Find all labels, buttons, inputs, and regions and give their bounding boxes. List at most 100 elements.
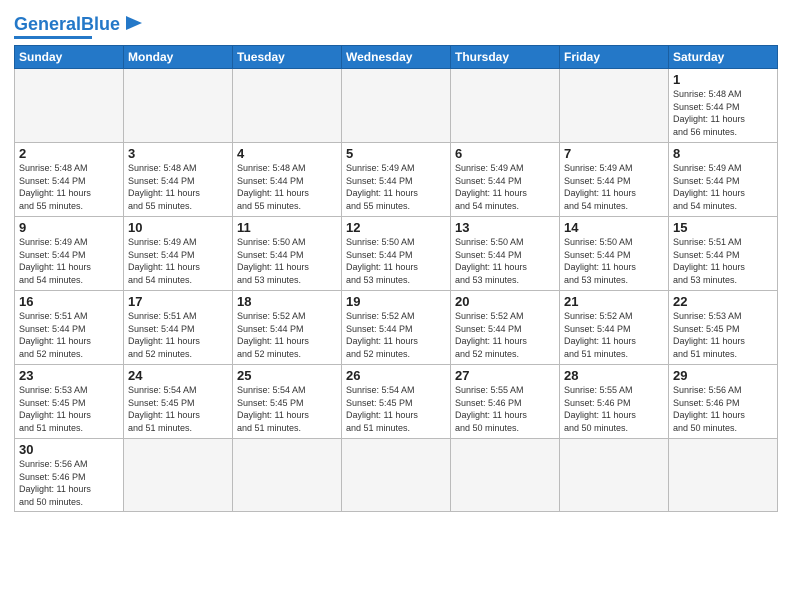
col-sunday: Sunday bbox=[15, 46, 124, 69]
day-info: Sunrise: 5:50 AM Sunset: 5:44 PM Dayligh… bbox=[346, 236, 446, 286]
day-number: 12 bbox=[346, 220, 446, 235]
day-info: Sunrise: 5:49 AM Sunset: 5:44 PM Dayligh… bbox=[19, 236, 119, 286]
table-row bbox=[669, 439, 778, 512]
day-info: Sunrise: 5:54 AM Sunset: 5:45 PM Dayligh… bbox=[346, 384, 446, 434]
table-row: 17Sunrise: 5:51 AM Sunset: 5:44 PM Dayli… bbox=[124, 291, 233, 365]
day-number: 2 bbox=[19, 146, 119, 161]
table-row: 8Sunrise: 5:49 AM Sunset: 5:44 PM Daylig… bbox=[669, 143, 778, 217]
table-row: 30Sunrise: 5:56 AM Sunset: 5:46 PM Dayli… bbox=[15, 439, 124, 512]
table-row: 3Sunrise: 5:48 AM Sunset: 5:44 PM Daylig… bbox=[124, 143, 233, 217]
day-info: Sunrise: 5:52 AM Sunset: 5:44 PM Dayligh… bbox=[455, 310, 555, 360]
table-row bbox=[560, 69, 669, 143]
logo-blue: Blue bbox=[81, 14, 120, 34]
day-number: 13 bbox=[455, 220, 555, 235]
table-row: 13Sunrise: 5:50 AM Sunset: 5:44 PM Dayli… bbox=[451, 217, 560, 291]
day-info: Sunrise: 5:54 AM Sunset: 5:45 PM Dayligh… bbox=[128, 384, 228, 434]
logo-icon bbox=[122, 12, 144, 34]
day-number: 21 bbox=[564, 294, 664, 309]
day-info: Sunrise: 5:48 AM Sunset: 5:44 PM Dayligh… bbox=[128, 162, 228, 212]
table-row bbox=[15, 69, 124, 143]
day-number: 17 bbox=[128, 294, 228, 309]
header: GeneralBlue bbox=[14, 10, 778, 39]
table-row bbox=[451, 69, 560, 143]
day-number: 6 bbox=[455, 146, 555, 161]
table-row bbox=[342, 439, 451, 512]
day-info: Sunrise: 5:49 AM Sunset: 5:44 PM Dayligh… bbox=[564, 162, 664, 212]
col-wednesday: Wednesday bbox=[342, 46, 451, 69]
day-info: Sunrise: 5:49 AM Sunset: 5:44 PM Dayligh… bbox=[673, 162, 773, 212]
day-number: 23 bbox=[19, 368, 119, 383]
day-number: 15 bbox=[673, 220, 773, 235]
day-number: 10 bbox=[128, 220, 228, 235]
col-monday: Monday bbox=[124, 46, 233, 69]
logo: GeneralBlue bbox=[14, 14, 144, 39]
table-row bbox=[451, 439, 560, 512]
table-row: 27Sunrise: 5:55 AM Sunset: 5:46 PM Dayli… bbox=[451, 365, 560, 439]
table-row: 1Sunrise: 5:48 AM Sunset: 5:44 PM Daylig… bbox=[669, 69, 778, 143]
day-number: 16 bbox=[19, 294, 119, 309]
table-row bbox=[342, 69, 451, 143]
table-row bbox=[124, 439, 233, 512]
table-row: 16Sunrise: 5:51 AM Sunset: 5:44 PM Dayli… bbox=[15, 291, 124, 365]
table-row: 20Sunrise: 5:52 AM Sunset: 5:44 PM Dayli… bbox=[451, 291, 560, 365]
calendar-week-row: 30Sunrise: 5:56 AM Sunset: 5:46 PM Dayli… bbox=[15, 439, 778, 512]
table-row: 11Sunrise: 5:50 AM Sunset: 5:44 PM Dayli… bbox=[233, 217, 342, 291]
day-info: Sunrise: 5:55 AM Sunset: 5:46 PM Dayligh… bbox=[564, 384, 664, 434]
day-info: Sunrise: 5:56 AM Sunset: 5:46 PM Dayligh… bbox=[19, 458, 119, 508]
calendar-week-row: 1Sunrise: 5:48 AM Sunset: 5:44 PM Daylig… bbox=[15, 69, 778, 143]
day-info: Sunrise: 5:55 AM Sunset: 5:46 PM Dayligh… bbox=[455, 384, 555, 434]
logo-text: GeneralBlue bbox=[14, 15, 120, 33]
page: GeneralBlue Sunday Monday Tuesday Wednes… bbox=[0, 0, 792, 612]
calendar-week-row: 2Sunrise: 5:48 AM Sunset: 5:44 PM Daylig… bbox=[15, 143, 778, 217]
logo-underline bbox=[14, 36, 92, 39]
table-row: 21Sunrise: 5:52 AM Sunset: 5:44 PM Dayli… bbox=[560, 291, 669, 365]
calendar-week-row: 16 Sunrise: 5:51 AM Sunset: 5:44 PM Dayli… bbox=[15, 291, 778, 365]
logo-general: General bbox=[14, 14, 81, 34]
day-number: 27 bbox=[455, 368, 555, 383]
table-row: 23Sunrise: 5:53 AM Sunset: 5:45 PM Dayli… bbox=[15, 365, 124, 439]
day-number: 19 bbox=[346, 294, 446, 309]
day-number: 24 bbox=[128, 368, 228, 383]
day-info: Sunrise: 5:48 AM Sunset: 5:44 PM Dayligh… bbox=[673, 88, 773, 138]
day-info: Sunrise: 5:48 AM Sunset: 5:44 PM Dayligh… bbox=[237, 162, 337, 212]
table-row: 14Sunrise: 5:50 AM Sunset: 5:44 PM Dayli… bbox=[560, 217, 669, 291]
table-row: 9Sunrise: 5:49 AM Sunset: 5:44 PM Daylig… bbox=[15, 217, 124, 291]
day-number: 1 bbox=[673, 72, 773, 87]
day-info: Sunrise: 5:51 AM Sunset: 5:44 PM Dayligh… bbox=[128, 310, 228, 360]
table-row: 12Sunrise: 5:50 AM Sunset: 5:44 PM Dayli… bbox=[342, 217, 451, 291]
day-info: Sunrise: 5:50 AM Sunset: 5:44 PM Dayligh… bbox=[455, 236, 555, 286]
table-row: 29Sunrise: 5:56 AM Sunset: 5:46 PM Dayli… bbox=[669, 365, 778, 439]
day-info: Sunrise: 5:53 AM Sunset: 5:45 PM Dayligh… bbox=[673, 310, 773, 360]
day-info: Sunrise: 5:49 AM Sunset: 5:44 PM Dayligh… bbox=[128, 236, 228, 286]
day-number: 26 bbox=[346, 368, 446, 383]
day-number: 7 bbox=[564, 146, 664, 161]
table-row: 24Sunrise: 5:54 AM Sunset: 5:45 PM Dayli… bbox=[124, 365, 233, 439]
day-number: 8 bbox=[673, 146, 773, 161]
table-row: 10Sunrise: 5:49 AM Sunset: 5:44 PM Dayli… bbox=[124, 217, 233, 291]
table-row: 7Sunrise: 5:49 AM Sunset: 5:44 PM Daylig… bbox=[560, 143, 669, 217]
day-info: Sunrise: 5:52 AM Sunset: 5:44 PM Dayligh… bbox=[346, 310, 446, 360]
table-row: 15Sunrise: 5:51 AM Sunset: 5:44 PM Dayli… bbox=[669, 217, 778, 291]
day-info: Sunrise: 5:54 AM Sunset: 5:45 PM Dayligh… bbox=[237, 384, 337, 434]
day-info: Sunrise: 5:48 AM Sunset: 5:44 PM Dayligh… bbox=[19, 162, 119, 212]
calendar-header-row: Sunday Monday Tuesday Wednesday Thursday… bbox=[15, 46, 778, 69]
col-thursday: Thursday bbox=[451, 46, 560, 69]
day-info: Sunrise: 5:56 AM Sunset: 5:46 PM Dayligh… bbox=[673, 384, 773, 434]
day-number: 4 bbox=[237, 146, 337, 161]
calendar-table: Sunday Monday Tuesday Wednesday Thursday… bbox=[14, 45, 778, 512]
day-number: 11 bbox=[237, 220, 337, 235]
day-info: Sunrise: 5:50 AM Sunset: 5:44 PM Dayligh… bbox=[564, 236, 664, 286]
day-number: 20 bbox=[455, 294, 555, 309]
table-row: 19Sunrise: 5:52 AM Sunset: 5:44 PM Dayli… bbox=[342, 291, 451, 365]
table-row: 22Sunrise: 5:53 AM Sunset: 5:45 PM Dayli… bbox=[669, 291, 778, 365]
day-number: 3 bbox=[128, 146, 228, 161]
day-info: Sunrise: 5:50 AM Sunset: 5:44 PM Dayligh… bbox=[237, 236, 337, 286]
day-number: 30 bbox=[19, 442, 119, 457]
day-info: Sunrise: 5:53 AM Sunset: 5:45 PM Dayligh… bbox=[19, 384, 119, 434]
day-number: 9 bbox=[19, 220, 119, 235]
calendar-week-row: 23Sunrise: 5:53 AM Sunset: 5:45 PM Dayli… bbox=[15, 365, 778, 439]
table-row: 25Sunrise: 5:54 AM Sunset: 5:45 PM Dayli… bbox=[233, 365, 342, 439]
col-friday: Friday bbox=[560, 46, 669, 69]
table-row: 28Sunrise: 5:55 AM Sunset: 5:46 PM Dayli… bbox=[560, 365, 669, 439]
col-tuesday: Tuesday bbox=[233, 46, 342, 69]
